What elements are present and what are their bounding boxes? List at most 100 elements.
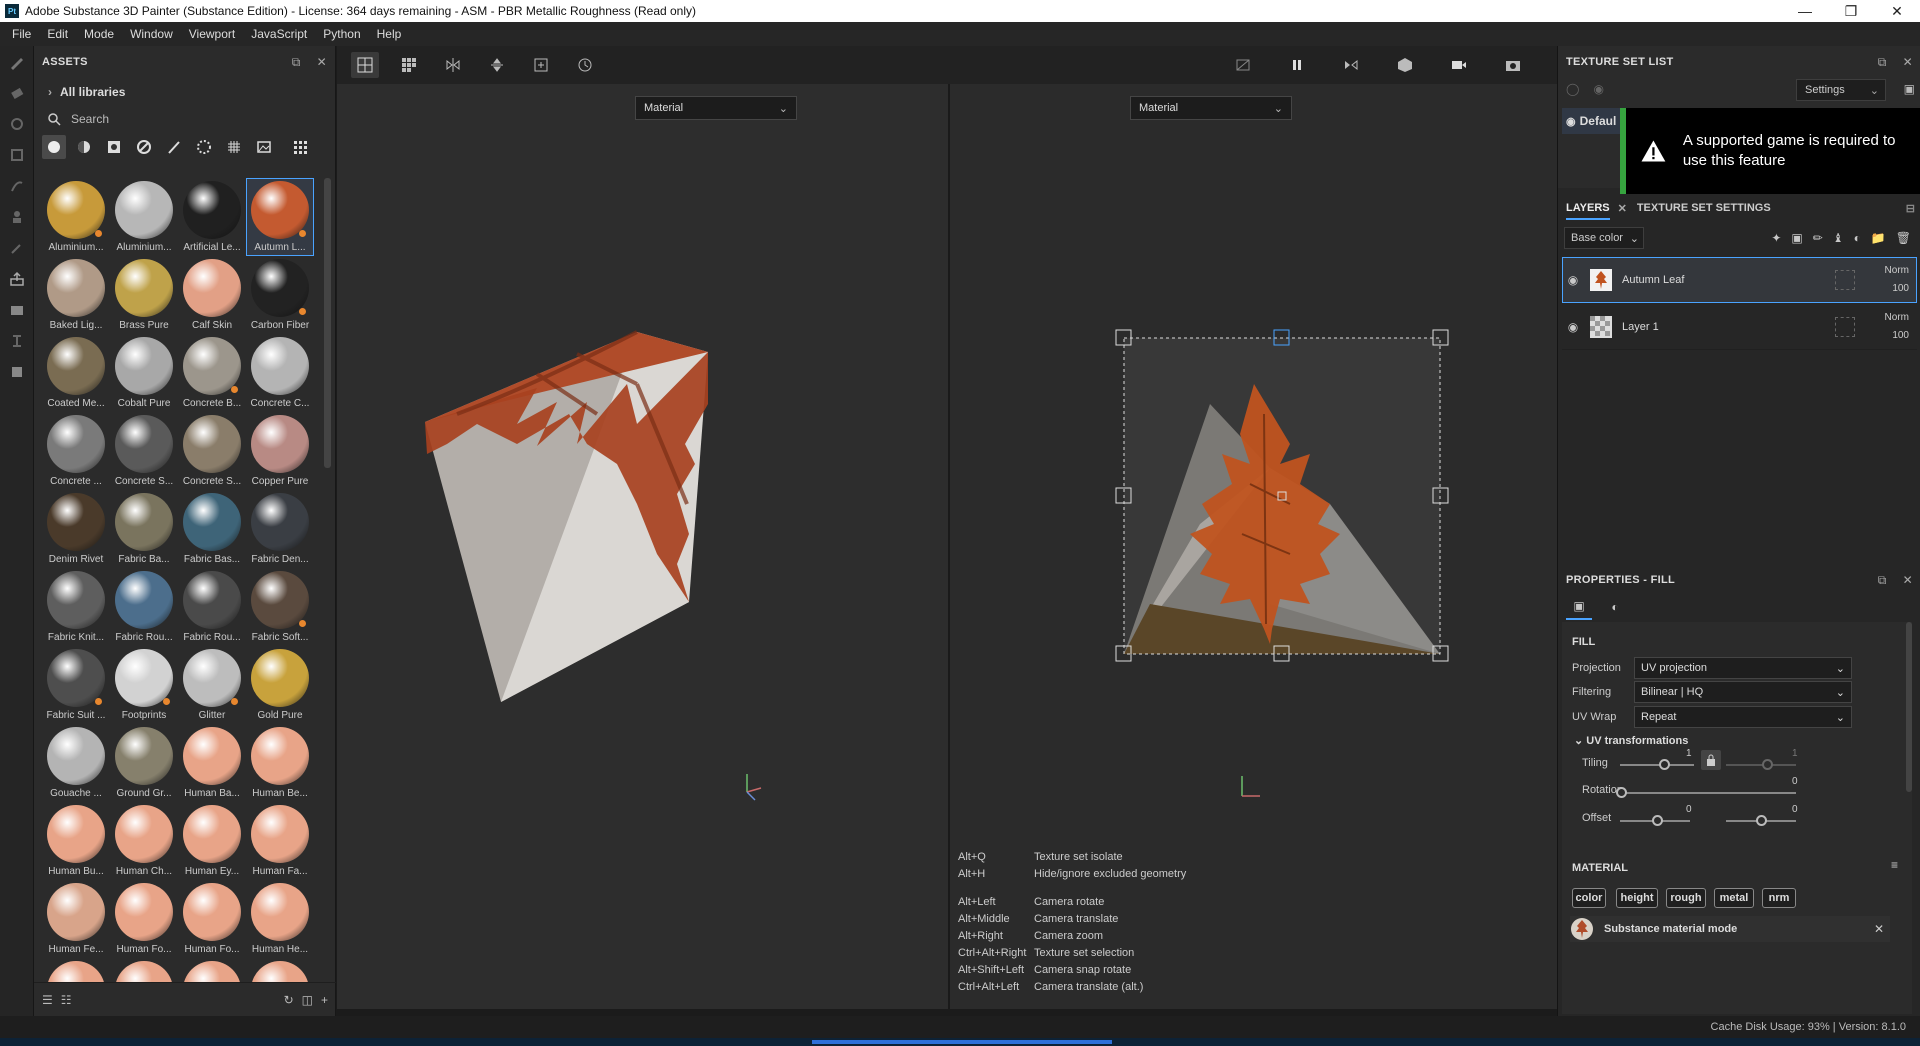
tiling-knob-v[interactable] (1762, 759, 1773, 770)
tiling-value-v[interactable]: 1 (1792, 748, 1798, 759)
material-menu-icon[interactable]: ≡ (1891, 858, 1898, 872)
import-icon[interactable]: ◫ (302, 993, 313, 1007)
asset-tile[interactable]: Fabric Bas... (178, 490, 246, 568)
search-input[interactable]: Search (34, 106, 335, 132)
uvwrap-select[interactable]: Repeat ⌄ (1634, 706, 1852, 728)
textures-filter-icon[interactable] (222, 135, 246, 159)
asset-tile[interactable]: Concrete ... (42, 412, 110, 490)
close-tab-icon[interactable]: ✕ (1618, 202, 1627, 215)
mirror-view-icon[interactable] (1337, 52, 1365, 78)
refresh-icon[interactable]: ↻ (284, 993, 294, 1007)
viewport-2d[interactable]: Material ⌄ Alt+Q Texture set isolate Alt+… (950, 84, 1557, 1009)
asset-tile[interactable]: Human Fe... (42, 880, 110, 958)
tiling-knob[interactable] (1659, 759, 1670, 770)
screenshot-icon[interactable] (1499, 52, 1527, 78)
filtering-select[interactable]: Bilinear | HQ ⌄ (1634, 681, 1852, 703)
asset-tile[interactable]: Fabric Ba... (110, 490, 178, 568)
screenshot-icon[interactable]: ▣ (1904, 82, 1915, 96)
history-icon[interactable] (571, 52, 599, 78)
channel-chip-nrm[interactable]: nrm (1762, 888, 1796, 908)
smart-materials-filter-icon[interactable] (72, 135, 96, 159)
asset-tile[interactable]: Concrete S... (178, 412, 246, 490)
measure-icon[interactable] (0, 325, 34, 356)
close-panel-icon[interactable]: ✕ (1903, 55, 1913, 70)
tab-layers[interactable]: LAYERS (1566, 202, 1610, 220)
asset-tile[interactable]: Copper Pure (246, 412, 314, 490)
projection-select[interactable]: UV projection ⌄ (1634, 657, 1852, 679)
export-icon[interactable] (0, 263, 34, 294)
channel-chip-rough[interactable]: rough (1666, 888, 1706, 908)
settings-dropdown[interactable]: Settings ⌄ (1796, 79, 1886, 101)
smudge-icon[interactable] (0, 170, 34, 201)
asset-tile[interactable]: Human Fa... (246, 802, 314, 880)
asset-tile[interactable]: Carbon Fiber (246, 256, 314, 334)
asset-tile[interactable]: Fabric Rou... (178, 568, 246, 646)
minimize-button[interactable]: — (1782, 0, 1828, 22)
float-panel-icon[interactable]: ⧉ (1878, 573, 1887, 588)
channel-chip-height[interactable]: height (1616, 888, 1658, 908)
add-folder-icon[interactable]: 📁 (1871, 231, 1886, 245)
properties-scrollbar[interactable] (1906, 622, 1912, 792)
add-effect-icon[interactable]: ✦ (1771, 231, 1781, 245)
blend-mode[interactable]: Norm (1865, 309, 1909, 327)
symmetry-icon[interactable] (439, 52, 467, 78)
blend-mode[interactable]: Norm (1865, 262, 1909, 280)
close-icon[interactable]: ✕ (1874, 922, 1884, 936)
asset-tile[interactable]: Fabric Suit ... (42, 646, 110, 724)
layout-grid-icon[interactable] (395, 52, 423, 78)
channel-select[interactable]: Base color ⌄ (1564, 227, 1644, 249)
pause-icon[interactable] (1283, 52, 1311, 78)
paint-brush-icon[interactable] (0, 46, 34, 77)
color-picker-icon[interactable] (0, 232, 34, 263)
bake-icon[interactable] (0, 294, 34, 325)
float-panel-icon[interactable]: ⧉ (1878, 55, 1887, 70)
library-selector[interactable]: › All libraries (34, 78, 335, 106)
asset-tile[interactable]: Fabric Soft... (246, 568, 314, 646)
asset-tile[interactable]: Human He... (246, 880, 314, 958)
asset-tile[interactable]: Coated Me... (42, 334, 110, 412)
asset-tile[interactable]: Autumn L... (246, 178, 314, 256)
channel-chip-metal[interactable]: metal (1714, 888, 1754, 908)
asset-tile[interactable]: Glitter (178, 646, 246, 724)
particles-filter-icon[interactable] (192, 135, 216, 159)
geometry-mask-icon[interactable] (0, 139, 34, 170)
all-assets-grid-icon[interactable] (288, 135, 312, 159)
viewport-3d[interactable]: Material ⌄ (337, 84, 948, 1009)
collapse-icon[interactable]: ⊟ (1906, 202, 1915, 215)
close-panel-icon[interactable]: ✕ (317, 55, 327, 70)
asset-tile[interactable]: Fabric Rou... (110, 568, 178, 646)
asset-tile[interactable]: Footprints (110, 646, 178, 724)
channel-chip-color[interactable]: color (1572, 888, 1606, 908)
asset-tile[interactable] (42, 958, 110, 982)
asset-tile[interactable]: Calf Skin (178, 256, 246, 334)
asset-tile[interactable]: Fabric Knit... (42, 568, 110, 646)
asset-tile[interactable]: Denim Rivet (42, 490, 110, 568)
rotation-value[interactable]: 0 (1792, 776, 1798, 787)
menu-python[interactable]: Python (315, 27, 368, 41)
align-icon[interactable] (483, 52, 511, 78)
asset-tile[interactable]: Human Ch... (110, 802, 178, 880)
add-mask-icon[interactable]: ▣ (1791, 231, 1802, 245)
asset-tile[interactable] (110, 958, 178, 982)
hide-icon[interactable]: ◯ (1566, 82, 1579, 96)
asset-tile[interactable]: Fabric Den... (246, 490, 314, 568)
tiling-value[interactable]: 1 (1686, 748, 1692, 759)
menu-javascript[interactable]: JavaScript (243, 27, 315, 41)
cube-view-icon[interactable] (1391, 52, 1419, 78)
substance-material-row[interactable]: Substance material mode ✕ (1570, 916, 1890, 942)
asset-tile[interactable]: Human Bu... (42, 802, 110, 880)
layer-mask-slot[interactable] (1835, 269, 1855, 290)
add-smart-material-icon[interactable]: ◐ (1854, 231, 1861, 245)
offset-u-knob[interactable] (1652, 815, 1663, 826)
eraser-icon[interactable] (0, 77, 34, 108)
assets-scrollbar[interactable] (324, 178, 331, 468)
filters-filter-icon[interactable] (132, 135, 156, 159)
layer-row[interactable]: ◉ Layer 1 Norm 100 (1562, 304, 1917, 350)
asset-tile[interactable]: Brass Pure (110, 256, 178, 334)
smart-masks-filter-icon[interactable] (102, 135, 126, 159)
asset-tile[interactable]: Ground Gr... (110, 724, 178, 802)
lock-icon[interactable] (1701, 750, 1721, 770)
eye-icon[interactable]: ◉ (1566, 115, 1576, 128)
add-paint-layer-icon[interactable]: ✏ (1813, 231, 1823, 245)
asset-tile[interactable]: Gold Pure (246, 646, 314, 724)
